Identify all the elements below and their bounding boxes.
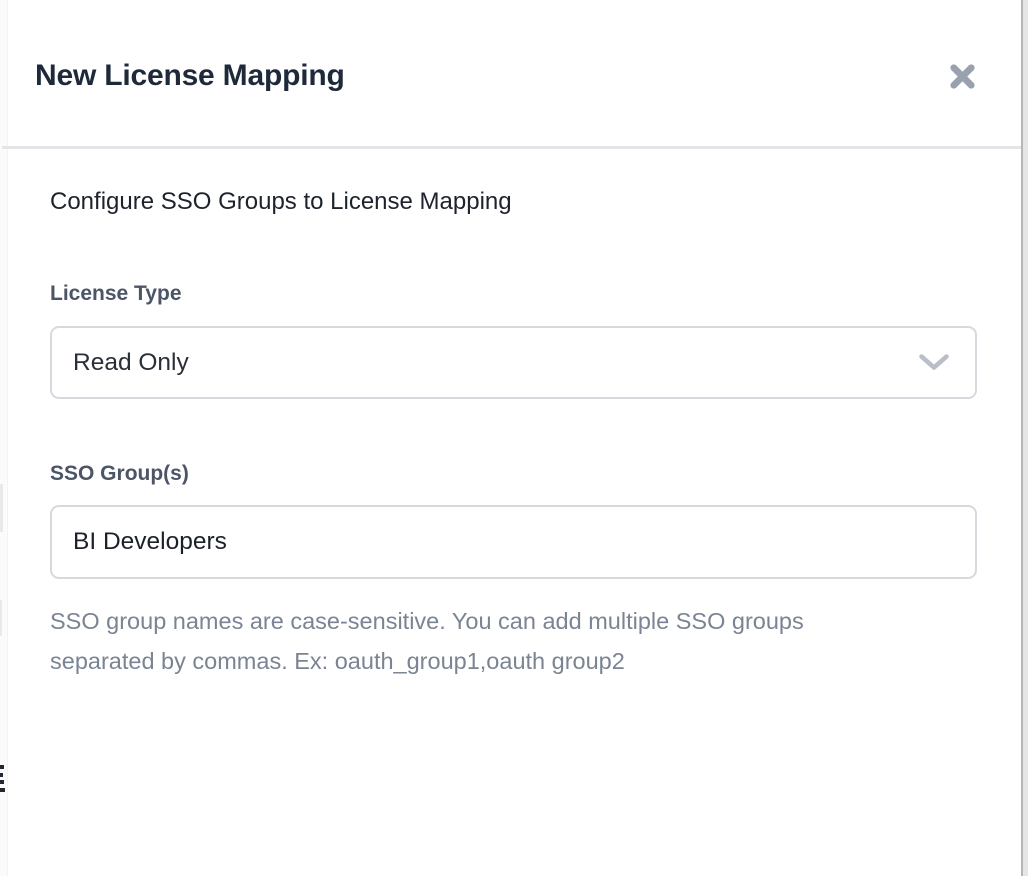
text-fragment: [0, 780, 4, 784]
text-fragment: [0, 765, 4, 769]
modal-body: Configure SSO Groups to License Mapping …: [0, 146, 1023, 681]
text-fragment: [0, 773, 3, 777]
modal-header: New License Mapping: [0, 0, 1023, 146]
license-type-select[interactable]: Read Only: [50, 326, 977, 399]
close-button[interactable]: [944, 58, 980, 94]
chevron-down-icon: [919, 354, 949, 371]
sso-groups-input[interactable]: [50, 505, 977, 579]
modal-title: New License Mapping: [35, 59, 345, 93]
modal-description: Configure SSO Groups to License Mapping: [50, 188, 972, 216]
new-license-mapping-modal: New License Mapping Configure SSO Groups…: [0, 0, 1023, 876]
license-type-selected-value: Read Only: [73, 349, 189, 377]
sso-groups-label: SSO Group(s): [50, 462, 972, 486]
modal-right-border: [1021, 0, 1023, 876]
text-fragment: [0, 788, 5, 792]
sso-groups-helper-text: SSO group names are case-sensitive. You …: [50, 601, 895, 681]
page-right-edge: [1023, 0, 1028, 876]
close-icon: [947, 61, 978, 92]
license-type-label: License Type: [50, 282, 972, 306]
